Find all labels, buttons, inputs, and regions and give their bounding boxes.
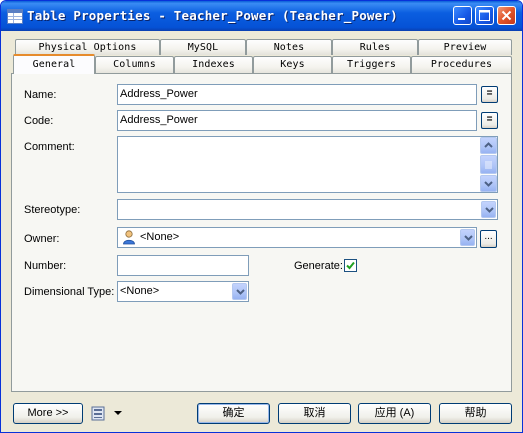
user-icon (123, 230, 135, 245)
chevron-down-icon (485, 207, 494, 213)
tab-procedures[interactable]: Procedures (411, 56, 512, 74)
dimensional-type-combobox[interactable]: <None> (117, 281, 249, 302)
dimensional-type-dropdown-button[interactable] (232, 283, 247, 300)
minimize-icon (458, 18, 465, 20)
tab-triggers[interactable]: Triggers (332, 56, 411, 74)
ok-button[interactable]: 确定 (197, 403, 270, 424)
owner-value: <None> (140, 231, 180, 243)
cancel-button[interactable]: 取消 (278, 403, 351, 424)
scroll-up-button[interactable] (480, 137, 497, 154)
stereotype-label: Stereotype: (24, 204, 81, 216)
owner-label: Owner: (24, 233, 60, 245)
code-field[interactable]: Address_Power (117, 110, 477, 131)
table-icon (7, 9, 23, 24)
tab-preview[interactable]: Preview (418, 39, 512, 55)
comment-label: Comment: (24, 141, 75, 153)
chevron-up-icon (484, 142, 493, 148)
tab-physical-options[interactable]: Physical Options (15, 39, 160, 55)
more-button[interactable]: More >> (13, 403, 83, 424)
tab-notes[interactable]: Notes (246, 39, 332, 55)
number-field[interactable] (117, 255, 249, 276)
apply-button[interactable]: 应用 (A) (358, 403, 431, 424)
comment-scrollbar[interactable] (480, 137, 497, 192)
generate-checkbox[interactable] (344, 259, 357, 272)
tab-indexes[interactable]: Indexes (174, 56, 253, 74)
list-menu-button[interactable] (91, 405, 125, 423)
dialog-window: Table Properties - Teacher_Power (Teache… (0, 0, 523, 433)
tab-general[interactable]: General (13, 54, 95, 74)
dimensional-type-label: Dimensional Type: (24, 286, 115, 298)
name-field[interactable]: Address_Power (117, 84, 477, 105)
chevron-down-icon (236, 289, 245, 295)
dimensional-type-value: <None> (120, 285, 160, 297)
title-bar[interactable]: Table Properties - Teacher_Power (Teache… (1, 1, 522, 31)
name-label: Name: (24, 89, 57, 101)
caret-down-icon (114, 411, 122, 415)
tab-mysql[interactable]: MySQL (160, 39, 246, 55)
grip-icon (485, 161, 492, 169)
minimize-button[interactable] (453, 6, 472, 25)
tab-columns[interactable]: Columns (95, 56, 174, 74)
code-label: Code: (24, 115, 54, 127)
name-code-sync-button[interactable]: = (481, 86, 498, 103)
window-title: Table Properties - Teacher_Power (Teache… (27, 8, 398, 23)
owner-combobox[interactable]: <None> (117, 227, 477, 248)
close-button[interactable] (497, 6, 516, 25)
scroll-down-button[interactable] (480, 175, 497, 192)
help-button[interactable]: 帮助 (439, 403, 512, 424)
close-icon (501, 10, 512, 21)
owner-dropdown-button[interactable] (460, 229, 475, 246)
maximize-icon (479, 10, 490, 21)
maximize-button[interactable] (475, 6, 494, 25)
tab-rules[interactable]: Rules (332, 39, 418, 55)
stereotype-dropdown-button[interactable] (481, 201, 496, 218)
chevron-down-icon (484, 181, 493, 187)
stereotype-combobox[interactable] (117, 199, 498, 220)
generate-label: Generate: (294, 260, 343, 272)
code-name-sync-button[interactable]: = (481, 112, 498, 129)
list-icon (91, 406, 105, 421)
chevron-down-icon (464, 235, 473, 241)
scroll-thumb[interactable] (480, 155, 497, 174)
tab-keys[interactable]: Keys (253, 56, 332, 74)
number-label: Number: (24, 260, 67, 272)
comment-textarea[interactable] (117, 136, 498, 193)
owner-browse-button[interactable]: ... (480, 230, 497, 248)
checkmark-icon (346, 261, 355, 270)
